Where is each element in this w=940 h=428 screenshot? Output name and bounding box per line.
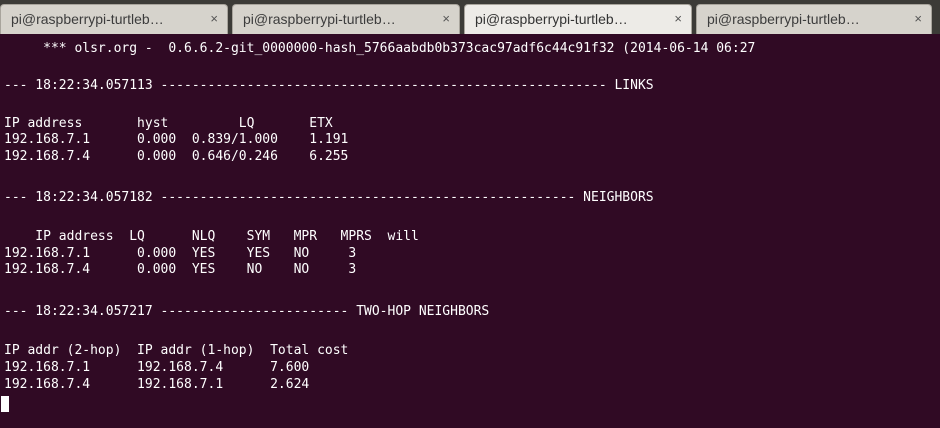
tab-label: pi@raspberrypi-turtleb… [707, 11, 860, 27]
terminal-cursor [1, 396, 9, 412]
two-hop-section-header: --- 18:22:34.057217 --------------------… [4, 304, 490, 319]
terminal-tab-bar: pi@raspberrypi-turtleb… × pi@raspberrypi… [0, 0, 940, 34]
links-row: 192.168.7.1 0.000 0.839/1.000 1.191 [4, 132, 349, 147]
two-hop-row: 192.168.7.4 192.168.7.1 2.624 [4, 377, 310, 392]
tab-label: pi@raspberrypi-turtleb… [11, 11, 164, 27]
links-column-headers: IP address hyst LQ ETX [4, 116, 333, 131]
terminal-tab-2[interactable]: pi@raspberrypi-turtleb… × [232, 4, 460, 34]
neighbors-row: 192.168.7.1 0.000 YES YES NO 3 [4, 246, 357, 261]
two-hop-row: 192.168.7.1 192.168.7.4 7.600 [4, 360, 310, 375]
terminal-tab-3[interactable]: pi@raspberrypi-turtleb… × [464, 4, 692, 34]
olsr-banner: *** olsr.org - 0.6.6.2-git_0000000-hash_… [4, 41, 756, 56]
close-icon[interactable]: × [914, 11, 922, 26]
links-section-header: --- 18:22:34.057113 --------------------… [4, 78, 654, 93]
neighbors-column-headers: IP address LQ NLQ SYM MPR MPRS will [4, 229, 419, 244]
neighbors-section-header: --- 18:22:34.057182 --------------------… [4, 190, 654, 205]
two-hop-column-headers: IP addr (2-hop) IP addr (1-hop) Total co… [4, 343, 349, 358]
close-icon[interactable]: × [442, 11, 450, 26]
terminal-output[interactable]: *** olsr.org - 0.6.6.2-git_0000000-hash_… [0, 34, 940, 428]
neighbors-row: 192.168.7.4 0.000 YES NO NO 3 [4, 262, 357, 277]
tab-label: pi@raspberrypi-turtleb… [475, 11, 628, 27]
terminal-tab-1[interactable]: pi@raspberrypi-turtleb… × [0, 4, 228, 34]
tab-label: pi@raspberrypi-turtleb… [243, 11, 396, 27]
terminal-tab-4[interactable]: pi@raspberrypi-turtleb… × [696, 4, 932, 34]
close-icon[interactable]: × [674, 11, 682, 26]
links-row: 192.168.7.4 0.000 0.646/0.246 6.255 [4, 149, 349, 164]
close-icon[interactable]: × [210, 11, 218, 26]
